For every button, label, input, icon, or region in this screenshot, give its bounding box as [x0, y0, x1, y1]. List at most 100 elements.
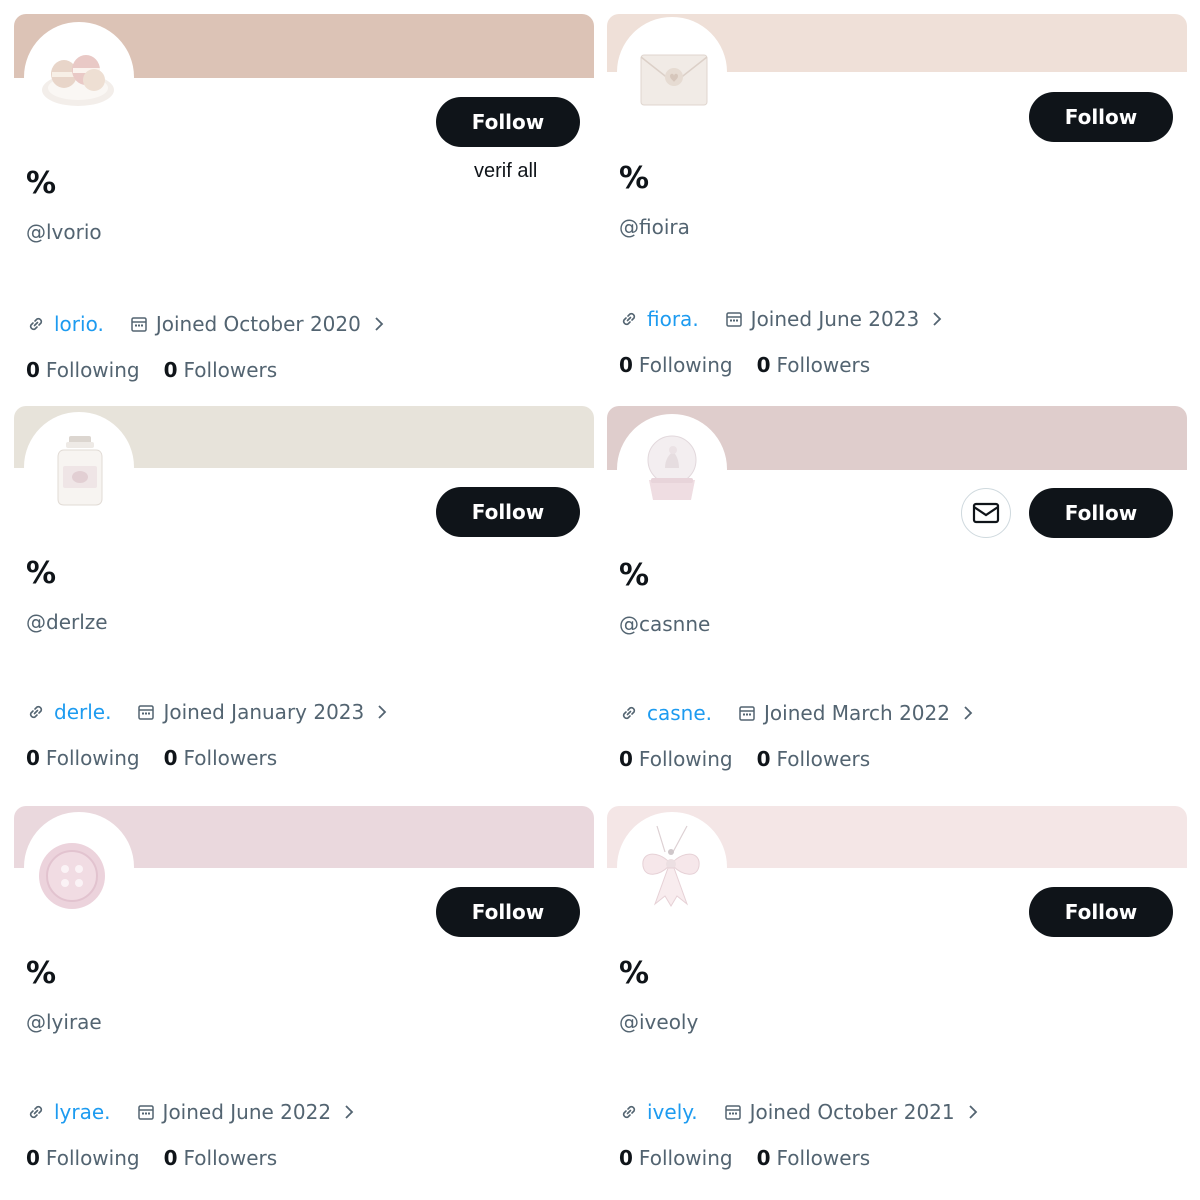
followers-count[interactable]: 0 — [164, 358, 178, 382]
chevron-right-icon[interactable] — [343, 1104, 355, 1120]
envelope-seal-icon — [640, 54, 708, 106]
profile-meta: lorio. Joined October 2020 — [26, 310, 385, 338]
profile-meta: casne. Joined March 2022 — [619, 699, 974, 727]
follow-stats: 0 Following 0 Followers — [619, 351, 870, 379]
username-handle: @iveoly — [619, 1010, 699, 1034]
follow-button[interactable]: Follow — [436, 487, 580, 537]
candle-jar-icon — [57, 436, 103, 506]
following-label[interactable]: Following — [46, 1146, 140, 1170]
following-count[interactable]: 0 — [26, 358, 40, 382]
profile-meta: derle. Joined January 2023 — [26, 698, 388, 726]
profile-link[interactable]: derle. — [54, 700, 111, 724]
joined-date: Joined October 2021 — [749, 1100, 955, 1124]
snow-globe-icon — [647, 435, 697, 500]
followers-label[interactable]: Followers — [184, 358, 278, 382]
followers-count[interactable]: 0 — [164, 1146, 178, 1170]
profile-meta: fiora. Joined June 2023 — [619, 305, 943, 333]
following-count[interactable]: 0 — [619, 353, 633, 377]
link-icon — [622, 706, 636, 720]
followers-label[interactable]: Followers — [184, 1146, 278, 1170]
followers-count[interactable]: 0 — [757, 747, 771, 771]
follow-stats: 0 Following 0 Followers — [26, 744, 277, 772]
following-count[interactable]: 0 — [26, 1146, 40, 1170]
display-name: % — [619, 161, 650, 196]
calendar-icon — [131, 317, 147, 332]
button-icon — [39, 843, 105, 909]
username-handle: @fioira — [619, 215, 690, 239]
display-name: % — [619, 558, 650, 593]
avatar[interactable] — [617, 812, 727, 922]
joined-date: Joined January 2023 — [163, 700, 365, 724]
follow-button[interactable]: Follow — [1029, 887, 1173, 937]
profile-card: Follow % @fioira fiora. Joined June 2023… — [607, 14, 1187, 394]
following-label[interactable]: Following — [46, 358, 140, 382]
link-icon — [622, 1105, 636, 1119]
link-icon — [622, 312, 636, 326]
joined-date: Joined March 2022 — [764, 701, 950, 725]
avatar[interactable] — [617, 414, 727, 524]
follow-stats: 0 Following 0 Followers — [26, 1144, 277, 1172]
profile-link[interactable]: casne. — [647, 701, 712, 725]
follow-stats: 0 Following 0 Followers — [619, 745, 870, 773]
calendar-icon — [739, 706, 755, 721]
profile-card: Follow % @iveoly ively. Joined October 2… — [607, 806, 1187, 1186]
calendar-icon — [724, 1105, 741, 1120]
following-label[interactable]: Following — [639, 747, 733, 771]
followers-count[interactable]: 0 — [164, 746, 178, 770]
message-button[interactable] — [961, 488, 1011, 538]
profile-link[interactable]: lorio. — [54, 312, 104, 336]
follow-button[interactable]: Follow — [1029, 92, 1173, 142]
profile-meta: lyrae. Joined June 2022 — [26, 1098, 355, 1126]
username-handle: @casnne — [619, 612, 711, 636]
calendar-icon — [138, 705, 155, 720]
chevron-right-icon[interactable] — [962, 705, 974, 721]
follow-stats: 0 Following 0 Followers — [26, 356, 277, 384]
profile-card: Follow % @derlze derle. Joined January 2… — [14, 406, 594, 786]
chevron-right-icon[interactable] — [373, 316, 385, 332]
followers-label[interactable]: Followers — [777, 1146, 871, 1170]
username-handle: @lvorio — [26, 220, 102, 244]
note-text: verif all — [474, 160, 538, 182]
follow-button[interactable]: Follow — [436, 97, 580, 147]
profile-card: Follow % @lyirae lyrae. Joined June 2022… — [14, 806, 594, 1186]
profile-link[interactable]: lyrae. — [54, 1100, 111, 1124]
chevron-right-icon[interactable] — [931, 311, 943, 327]
follow-button[interactable]: Follow — [1029, 488, 1173, 538]
following-label[interactable]: Following — [639, 1146, 733, 1170]
following-count[interactable]: 0 — [619, 747, 633, 771]
bow-icon — [642, 825, 700, 907]
avatar[interactable] — [24, 412, 134, 522]
link-icon — [29, 705, 43, 719]
following-label[interactable]: Following — [46, 746, 140, 770]
followers-label[interactable]: Followers — [777, 747, 871, 771]
followers-count[interactable]: 0 — [757, 1146, 771, 1170]
following-count[interactable]: 0 — [619, 1146, 633, 1170]
following-label[interactable]: Following — [639, 353, 733, 377]
chevron-right-icon[interactable] — [376, 704, 388, 720]
avatar[interactable] — [24, 812, 134, 922]
followers-count[interactable]: 0 — [757, 353, 771, 377]
profile-link[interactable]: fiora. — [647, 307, 699, 331]
followers-label[interactable]: Followers — [777, 353, 871, 377]
following-count[interactable]: 0 — [26, 746, 40, 770]
follow-stats: 0 Following 0 Followers — [619, 1144, 870, 1172]
calendar-icon — [137, 1105, 154, 1120]
mail-icon — [972, 502, 1000, 524]
calendar-icon — [725, 312, 742, 327]
display-name: % — [26, 166, 57, 201]
link-icon — [29, 1105, 43, 1119]
macaron-icon — [42, 55, 114, 106]
avatar[interactable] — [24, 22, 134, 132]
avatar[interactable] — [617, 17, 727, 127]
joined-date: Joined June 2023 — [750, 307, 920, 331]
username-handle: @derlze — [26, 610, 108, 634]
follow-button[interactable]: Follow — [436, 887, 580, 937]
profile-link[interactable]: ively. — [647, 1100, 698, 1124]
chevron-right-icon[interactable] — [967, 1104, 979, 1120]
joined-date: Joined June 2022 — [162, 1100, 332, 1124]
followers-label[interactable]: Followers — [184, 746, 278, 770]
display-name: % — [619, 956, 650, 991]
joined-date: Joined October 2020 — [155, 312, 361, 336]
profile-card: Follow verif all % @lvorio lorio. Joined… — [14, 14, 594, 394]
username-handle: @lyirae — [26, 1010, 102, 1034]
